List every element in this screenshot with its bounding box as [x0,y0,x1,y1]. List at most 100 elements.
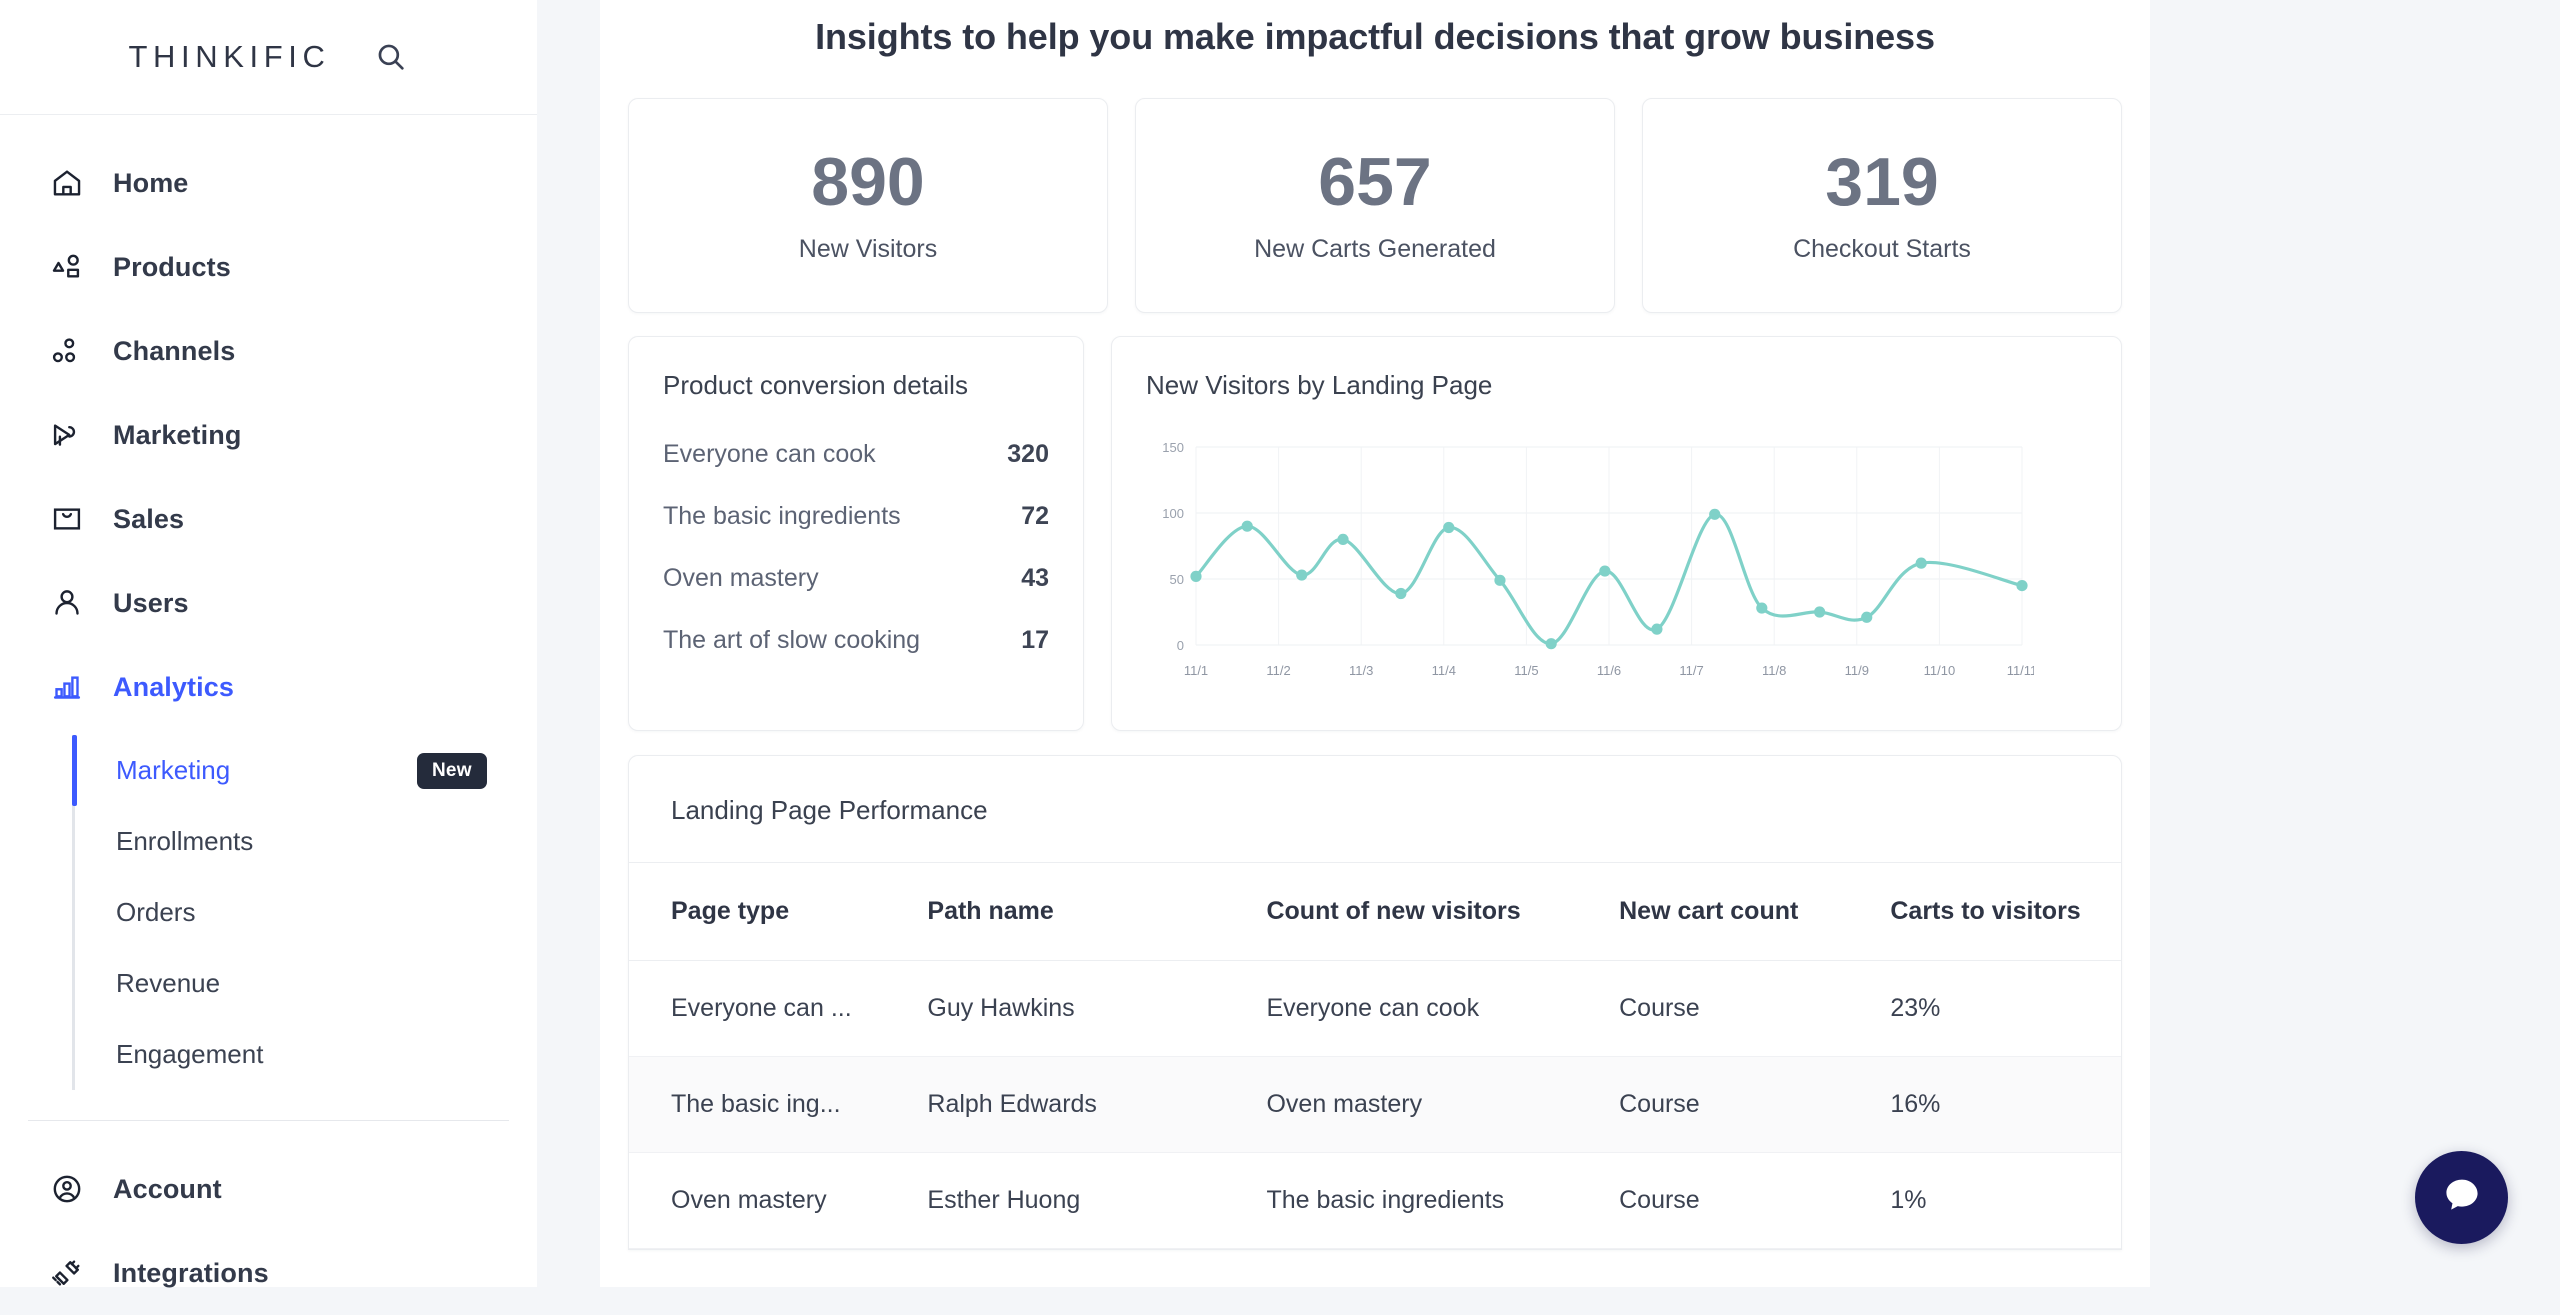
svg-text:150: 150 [1162,440,1184,455]
table-row[interactable]: Oven mastery Esther Huong The basic ingr… [629,1153,2121,1249]
new-visitors-chart-card: New Visitors by Landing Page 05010015011… [1111,336,2122,731]
sidebar-subitem-engagement[interactable]: Engagement [72,1019,537,1090]
conversion-name: Oven mastery [663,564,819,593]
conversion-value: 43 [1021,564,1049,593]
column-header-path-name[interactable]: Path name [927,863,1266,961]
cell-carts-to-visitors: 16% [1890,1057,2121,1153]
table-row[interactable]: The basic ing... Ralph Edwards Oven mast… [629,1057,2121,1153]
home-icon [50,166,84,200]
column-header-new-cart-count[interactable]: New cart count [1619,863,1890,961]
stat-value: 890 [811,148,924,216]
plug-icon [50,1256,84,1290]
brand-logo: THINKIFIC [129,39,331,75]
sidebar-item-label: Marketing [113,420,241,451]
table-row[interactable]: Everyone can ... Guy Hawkins Everyone ca… [629,961,2121,1057]
chat-bubble-icon [2440,1173,2484,1222]
product-conversion-card: Product conversion details Everyone can … [628,336,1084,731]
stat-label: Checkout Starts [1793,235,1971,264]
conversion-row: The art of slow cooking 17 [663,609,1049,671]
sidebar-item-channels[interactable]: Channels [0,309,537,393]
conversion-value: 72 [1021,502,1049,531]
cell-new-cart-count: Course [1619,1153,1890,1249]
svg-text:11/2: 11/2 [1266,663,1290,678]
conversion-row: The basic ingredients 72 [663,485,1049,547]
sidebar-item-label: Sales [113,504,184,535]
svg-text:11/10: 11/10 [1924,663,1956,678]
cell-carts-to-visitors: 23% [1890,961,2121,1057]
sidebar-subitem-revenue[interactable]: Revenue [72,948,537,1019]
svg-text:11/4: 11/4 [1432,663,1456,678]
svg-text:11/9: 11/9 [1845,663,1869,678]
chat-button[interactable] [2415,1151,2508,1244]
svg-text:100: 100 [1162,506,1184,521]
sidebar-subitem-orders[interactable]: Orders [72,877,537,948]
cell-new-cart-count: Course [1619,1057,1890,1153]
conversion-value: 320 [1007,440,1049,469]
user-icon [50,586,84,620]
line-chart: 05010015011/111/211/311/411/511/611/711/… [1134,433,2034,703]
sidebar-subitem-marketing[interactable]: Marketing New [72,735,537,806]
svg-text:11/8: 11/8 [1762,663,1786,678]
chart-title: New Visitors by Landing Page [1146,370,2087,401]
new-badge: New [417,753,487,789]
cell-count-of-new-visitors: Oven mastery [1266,1057,1619,1153]
sidebar-item-label: Integrations [113,1258,269,1289]
sidebar-item-label: Home [113,168,188,199]
products-icon [50,250,84,284]
svg-text:50: 50 [1170,572,1184,587]
sidebar-item-integrations[interactable]: Integrations [0,1231,537,1315]
sidebar-subitem-label: Engagement [116,1039,263,1070]
sidebar-subitem-enrollments[interactable]: Enrollments [72,806,537,877]
sidebar-subitem-label: Enrollments [116,826,253,857]
sidebar-item-label: Products [113,252,231,283]
bag-icon [50,502,84,536]
stat-card-new-carts-generated: 657 New Carts Generated [1135,98,1615,313]
conversion-name: The art of slow cooking [663,626,920,655]
search-icon[interactable] [374,40,408,74]
cell-count-of-new-visitors: Everyone can cook [1266,961,1619,1057]
sidebar-item-label: Channels [113,336,235,367]
card-title: Product conversion details [663,370,1049,401]
sidebar-subitem-label: Revenue [116,968,220,999]
column-header-count-of-new-visitors[interactable]: Count of new visitors [1266,863,1619,961]
sidebar-item-users[interactable]: Users [0,561,537,645]
sidebar-item-account[interactable]: Account [0,1147,537,1231]
stat-value: 657 [1318,148,1431,216]
sidebar-item-label: Analytics [113,672,234,703]
page-background-right [2150,0,2560,1287]
line-chart-svg: 05010015011/111/211/311/411/511/611/711/… [1134,433,2034,703]
stat-card-checkout-starts: 319 Checkout Starts [1642,98,2122,313]
sidebar-item-analytics[interactable]: Analytics [0,645,537,729]
sidebar-nav-primary: Home Products Channels [0,115,537,1315]
landing-page-performance-table: Page type Path name Count of new visitor… [629,863,2121,1249]
svg-text:11/11: 11/11 [2007,663,2034,678]
cell-count-of-new-visitors: The basic ingredients [1266,1153,1619,1249]
cell-page-type: Oven mastery [629,1153,927,1249]
sidebar-item-marketing[interactable]: Marketing [0,393,537,477]
stat-label: New Carts Generated [1254,235,1496,264]
sidebar-item-sales[interactable]: Sales [0,477,537,561]
sidebar-item-label: Account [113,1174,222,1205]
middle-row: Product conversion details Everyone can … [600,313,2150,731]
stat-value: 319 [1825,148,1938,216]
svg-text:11/3: 11/3 [1349,663,1373,678]
cell-path-name: Guy Hawkins [927,961,1266,1057]
sidebar-subitem-label: Marketing [116,755,230,786]
account-circle-icon [50,1172,84,1206]
cell-path-name: Ralph Edwards [927,1057,1266,1153]
conversion-value: 17 [1021,626,1049,655]
sidebar-item-products[interactable]: Products [0,225,537,309]
stats-row: 890 New Visitors 657 New Carts Generated… [600,58,2150,313]
sidebar-item-home[interactable]: Home [0,141,537,225]
svg-text:11/1: 11/1 [1184,663,1208,678]
column-header-carts-to-visitors[interactable]: Carts to visitors [1890,863,2121,961]
cell-carts-to-visitors: 1% [1890,1153,2121,1249]
main-content: Insights to help you make impactful deci… [600,0,2150,1287]
svg-text:11/6: 11/6 [1597,663,1621,678]
conversion-row: Oven mastery 43 [663,547,1049,609]
sidebar-subnav-analytics: Marketing New Enrollments Orders Revenue… [0,735,537,1090]
cell-path-name: Esther Huong [927,1153,1266,1249]
column-header-page-type[interactable]: Page type [629,863,927,961]
conversion-name: The basic ingredients [663,502,901,531]
cell-page-type: Everyone can ... [629,961,927,1057]
